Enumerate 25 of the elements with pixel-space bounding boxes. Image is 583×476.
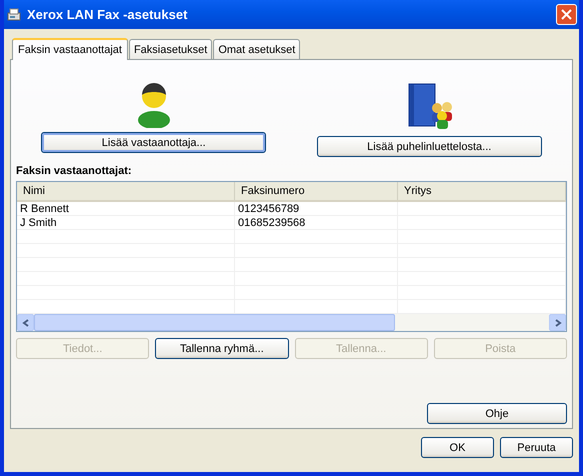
list-title: Faksin vastaanottajat:	[16, 165, 133, 177]
add-button[interactable]: Lisää vastaanottaja...	[41, 132, 266, 153]
scroll-left-button[interactable]	[17, 314, 34, 331]
help-button[interactable]: Ohje	[427, 403, 567, 424]
tab[interactable]: Faksin vastaanottajat	[12, 38, 128, 60]
column-header[interactable]: Yritys	[398, 182, 566, 201]
close-icon	[561, 9, 572, 20]
scroll-right-button[interactable]	[549, 314, 566, 331]
horizontal-scrollbar[interactable]	[17, 314, 566, 331]
column-header[interactable]: Nimi	[17, 182, 234, 201]
scroll-thumb[interactable]	[34, 314, 394, 331]
column-header[interactable]: Faksinumero	[234, 182, 398, 201]
table-cell: J Smith	[17, 216, 234, 230]
dialog-button[interactable]: Peruuta	[500, 437, 573, 458]
tab[interactable]: Omat asetukset	[213, 39, 300, 59]
table-cell: R Bennett	[17, 201, 234, 216]
add-button[interactable]: Lisää puhelinluettelosta...	[316, 136, 542, 157]
window-title: Xerox LAN Fax -asetukset	[27, 7, 188, 22]
fax-machine-icon	[6, 6, 22, 22]
dialog-button[interactable]: OK	[421, 437, 494, 458]
table-cell: 01685239568	[234, 216, 398, 230]
table-cell: 0123456789	[234, 201, 398, 216]
close-button[interactable]	[556, 4, 577, 25]
tab[interactable]: Faksiasetukset	[128, 39, 212, 59]
list-button[interactable]: Tallenna ryhmä...	[155, 338, 288, 359]
